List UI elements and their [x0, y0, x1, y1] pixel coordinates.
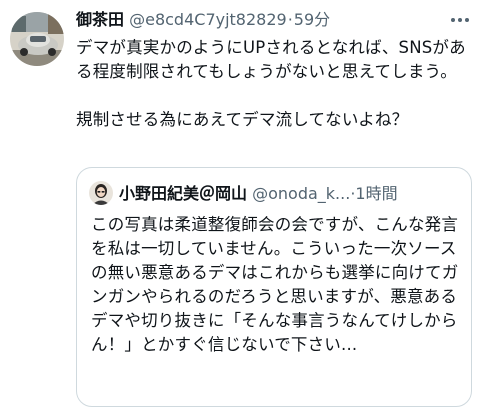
quoted-avatar-image — [89, 180, 113, 205]
separator-dot: · — [287, 10, 293, 29]
quoted-timestamp[interactable]: 1時間 — [355, 184, 397, 203]
avatar-image — [10, 12, 64, 66]
quoted-tweet[interactable]: 小野田紀美＠岡山 @onoda_k...·1時間 この写真は柔道整復師会の会です… — [76, 167, 472, 407]
more-horizontal-icon — [451, 18, 469, 22]
author-handle[interactable]: @e8cd4C7yjt82829 — [129, 10, 287, 29]
quoted-tweet-header: 小野田紀美＠岡山 @onoda_k...·1時間 — [89, 180, 469, 207]
avatar[interactable] — [10, 12, 64, 66]
more-options-button[interactable] — [448, 8, 472, 32]
author-name[interactable]: 御茶田 — [76, 10, 124, 29]
quoted-tweet-text: この写真は柔道整復師会の会ですが、こんな発言を私は一切していません。こういった一… — [91, 215, 459, 354]
timestamp[interactable]: 59分 — [294, 10, 330, 29]
tweet[interactable]: 御茶田 @e8cd4C7yjt82829·59分 デマが真実かのようにUPされる… — [0, 0, 480, 407]
quoted-author-name[interactable]: 小野田紀美＠岡山 — [119, 184, 247, 203]
tweet-header: 御茶田 @e8cd4C7yjt82829·59分 — [76, 10, 426, 30]
tweet-text: デマが真実かのようにUPされるとなれば、SNSがある程度制限されてもしょうがない… — [76, 38, 466, 129]
quoted-avatar[interactable] — [89, 180, 113, 205]
quoted-author-handle[interactable]: @onoda_k... — [252, 184, 350, 203]
